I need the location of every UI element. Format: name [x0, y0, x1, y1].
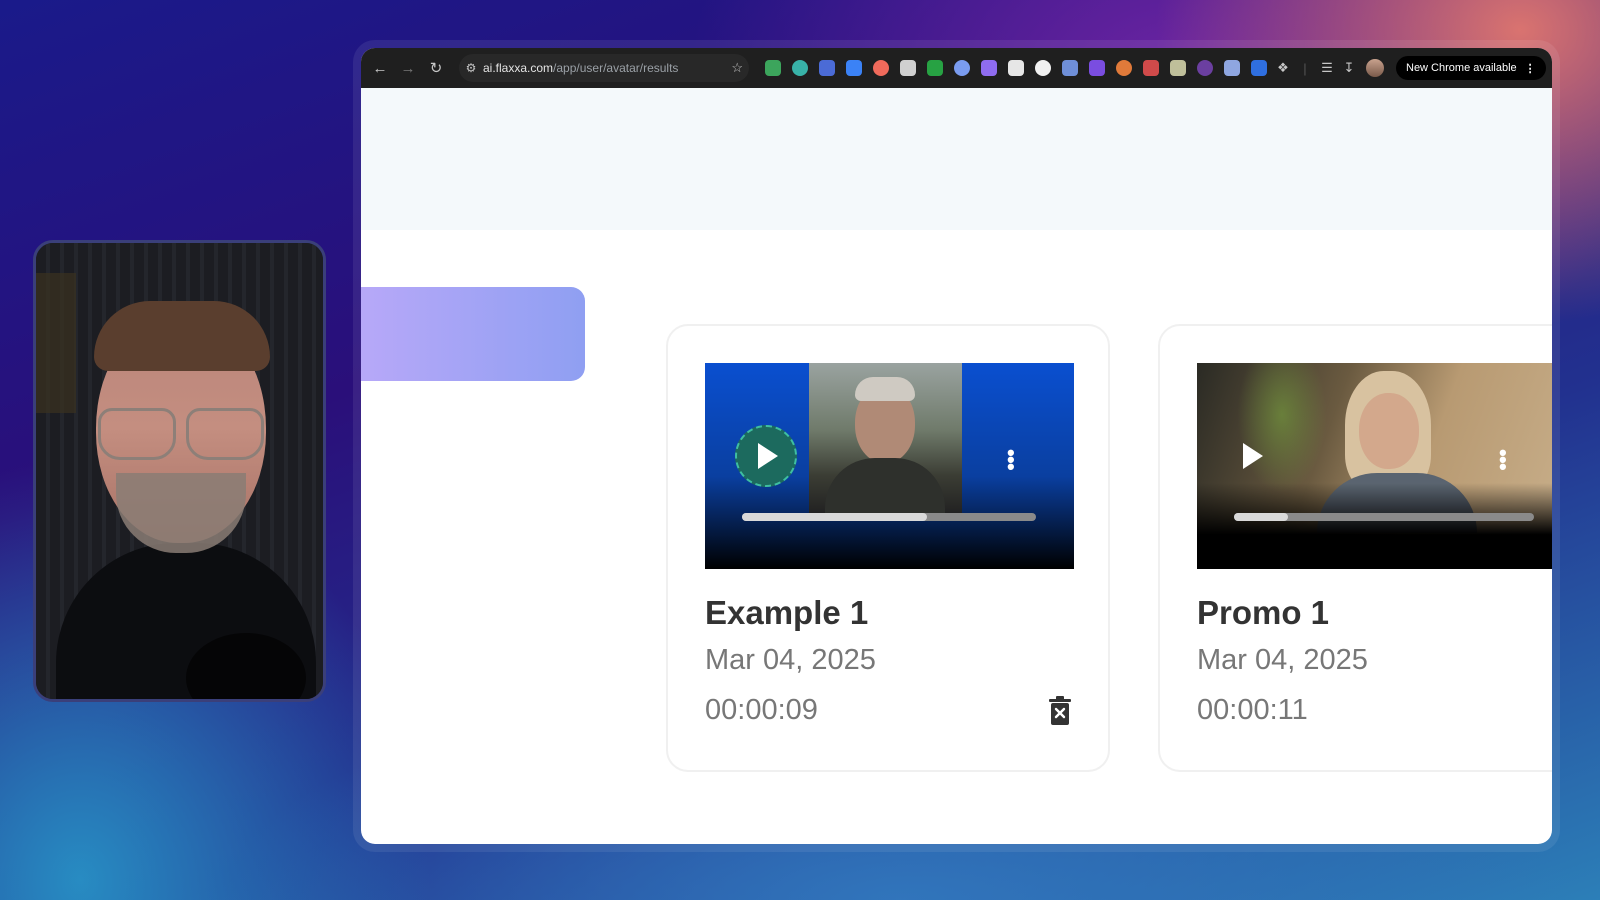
extension-icon[interactable]	[1250, 60, 1267, 76]
browser-window: ← → ↻ ⚙ ai.flaxxa.com/app/user/avatar/re…	[361, 48, 1552, 844]
play-icon[interactable]	[1243, 443, 1263, 469]
extension-icon[interactable]	[791, 60, 808, 76]
extension-icon[interactable]	[899, 60, 916, 76]
video-duration: 00:00:11	[1197, 694, 1308, 726]
video-title: Promo 1	[1197, 594, 1330, 631]
kebab-icon[interactable]: ⋮	[1525, 62, 1536, 75]
kebab-icon[interactable]: • • •	[1499, 442, 1507, 478]
extension-icon[interactable]	[1088, 60, 1105, 76]
presenter-hair	[94, 301, 270, 371]
background-shelf	[36, 273, 76, 413]
page-header-band	[361, 88, 1552, 230]
plant-leaves	[1237, 363, 1327, 493]
extension-icon[interactable]	[818, 60, 835, 76]
play-button[interactable]	[735, 425, 797, 487]
video-progress-fill	[1234, 513, 1288, 521]
video-thumbnail[interactable]: • • •	[705, 363, 1074, 569]
extension-icon[interactable]	[1223, 60, 1240, 76]
extension-icon[interactable]	[1115, 60, 1132, 76]
extensions-bar	[759, 60, 1272, 76]
extension-icon[interactable]	[1169, 60, 1186, 76]
kebab-icon[interactable]: • • •	[1007, 442, 1015, 478]
video-progress-fill	[742, 513, 928, 521]
thumb-shade	[1197, 483, 1552, 569]
video-progress-bar[interactable]	[742, 513, 1036, 521]
video-card-example-1[interactable]: • • • Example 1 Mar 04, 2025 00:00:09	[666, 324, 1110, 772]
arrow-left-icon[interactable]: ←	[367, 55, 393, 81]
extension-icon[interactable]	[980, 60, 997, 76]
update-label: New Chrome available	[1406, 62, 1517, 74]
extension-icon[interactable]	[764, 60, 781, 76]
url-path: /app/user/avatar/results	[553, 61, 679, 75]
webcam-overlay	[33, 240, 326, 702]
download-icon[interactable]: ↧	[1338, 60, 1360, 76]
play-icon	[758, 443, 778, 469]
video-duration: 00:00:09	[705, 694, 818, 726]
extension-icon[interactable]	[953, 60, 970, 76]
extension-icon[interactable]	[1007, 60, 1024, 76]
video-date: Mar 04, 2025	[705, 644, 876, 676]
video-thumbnail[interactable]: • • •	[1197, 363, 1552, 569]
extensions-puzzle-icon[interactable]: ❖	[1272, 60, 1294, 76]
media-control-icon[interactable]: ☰	[1316, 60, 1338, 76]
chrome-update-button[interactable]: New Chrome available ⋮	[1396, 56, 1546, 80]
reload-icon[interactable]: ↻	[423, 55, 449, 81]
extension-icon[interactable]	[845, 60, 862, 76]
star-icon[interactable]: ☆	[731, 60, 743, 76]
speaker-hair	[855, 377, 915, 401]
create-video-button[interactable]	[361, 287, 585, 381]
url-host: ai.flaxxa.com	[483, 61, 554, 75]
tune-icon[interactable]: ⚙	[459, 61, 483, 75]
presenter-glasses	[98, 408, 264, 460]
arrow-right-icon[interactable]: →	[395, 55, 421, 81]
trash-icon[interactable]	[1048, 696, 1072, 726]
extension-icon[interactable]	[1034, 60, 1051, 76]
video-card-promo-1[interactable]: • • • Promo 1 Mar 04, 2025 00:00:11	[1158, 324, 1552, 772]
profile-avatar[interactable]	[1366, 59, 1384, 77]
address-bar[interactable]: ⚙ ai.flaxxa.com/app/user/avatar/results …	[459, 54, 749, 82]
speaker-face	[1359, 393, 1419, 469]
extension-icon[interactable]	[1142, 60, 1159, 76]
video-date: Mar 04, 2025	[1197, 644, 1368, 676]
extension-icon[interactable]	[926, 60, 943, 76]
toolbar-divider: |	[1303, 60, 1307, 76]
extension-icon[interactable]	[1196, 60, 1213, 76]
browser-toolbar: ← → ↻ ⚙ ai.flaxxa.com/app/user/avatar/re…	[361, 48, 1552, 88]
extension-icon[interactable]	[872, 60, 889, 76]
extension-icon[interactable]	[1061, 60, 1078, 76]
video-title: Example 1	[705, 594, 869, 631]
video-progress-bar[interactable]	[1234, 513, 1534, 521]
